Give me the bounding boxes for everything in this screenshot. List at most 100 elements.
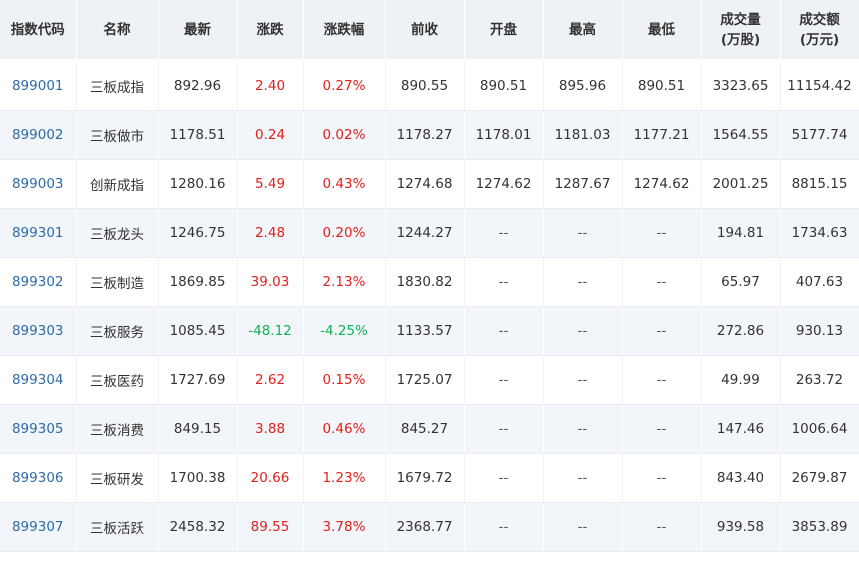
prev-close: 1725.07: [385, 355, 465, 405]
table-row[interactable]: 899303 三板服务 1085.45 -48.12 -4.25% 1133.57 -- --…: [0, 306, 859, 356]
high-price: 1287.67: [543, 159, 623, 209]
latest-price: 1869.85: [158, 257, 238, 307]
change-value: 2.62: [237, 355, 304, 405]
header-low[interactable]: 最低: [622, 0, 702, 63]
latest-price: 1727.69: [158, 355, 238, 405]
change-percent: 0.20%: [303, 208, 386, 258]
table-row[interactable]: 899301 三板龙头 1246.75 2.48 0.20% 1244.27 -- -- -- 1…: [0, 208, 859, 258]
table-row[interactable]: 899307 三板活跃 2458.32 89.55 3.78% 2368.77 -- -- --…: [0, 502, 859, 552]
index-name: 创新成指: [76, 159, 159, 209]
open-price: --: [464, 502, 544, 552]
amount: 8815.15: [780, 159, 859, 209]
header-label: 开盘: [490, 21, 517, 38]
index-name: 三板研发: [76, 453, 159, 503]
low-price: 1274.62: [622, 159, 702, 209]
change-value: 0.24: [237, 110, 304, 160]
change-value: 2.48: [237, 208, 304, 258]
open-price: --: [464, 208, 544, 258]
index-code-link[interactable]: 899306: [0, 453, 77, 503]
header-label: 名称: [103, 21, 131, 38]
latest-price: 892.96: [158, 61, 238, 111]
amount: 1006.64: [780, 404, 859, 454]
prev-close: 845.27: [385, 404, 465, 454]
change-value: 5.49: [237, 159, 304, 209]
open-price: 1274.62: [464, 159, 544, 209]
index-code-link[interactable]: 899002: [0, 110, 77, 160]
low-price: --: [622, 257, 702, 307]
change-value: 89.55: [237, 502, 304, 552]
change-percent: 1.23%: [303, 453, 386, 503]
low-price: --: [622, 502, 702, 552]
change-value: 39.03: [237, 257, 304, 307]
header-open[interactable]: 开盘: [464, 0, 544, 63]
index-name: 三板医药: [76, 355, 159, 405]
header-high[interactable]: 最高: [543, 0, 623, 63]
change-percent: 0.27%: [303, 61, 386, 111]
open-price: 890.51: [464, 61, 544, 111]
high-price: --: [543, 502, 623, 552]
table-header-row: 指数代码 名称 最新 涨跌 涨跌幅 前收 开盘 最高 最低 成交量 (万股) 成交额 (万元): [0, 0, 859, 63]
index-code-link[interactable]: 899303: [0, 306, 77, 356]
table-row[interactable]: 899002 三板做市 1178.51 0.24 0.02% 1178.27 1178.01…: [0, 110, 859, 160]
table-row[interactable]: 899306 三板研发 1700.38 20.66 1.23% 1679.72 -- -- --…: [0, 453, 859, 503]
index-quote-table: 指数代码 名称 最新 涨跌 涨跌幅 前收 开盘 最高 最低 成交量 (万股) 成交额 (万元) 8990…: [0, 0, 859, 552]
index-code-link[interactable]: 899305: [0, 404, 77, 454]
high-price: --: [543, 306, 623, 356]
header-index-code[interactable]: 指数代码: [0, 0, 77, 63]
amount: 930.13: [780, 306, 859, 356]
header-volume[interactable]: 成交量 (万股): [701, 0, 781, 63]
latest-price: 2458.32: [158, 502, 238, 552]
header-prev-close[interactable]: 前收: [385, 0, 465, 63]
high-price: 895.96: [543, 61, 623, 111]
amount: 263.72: [780, 355, 859, 405]
high-price: --: [543, 404, 623, 454]
index-name: 三板龙头: [76, 208, 159, 258]
prev-close: 1133.57: [385, 306, 465, 356]
header-label: 成交额: [799, 11, 840, 28]
change-value: -48.12: [237, 306, 304, 356]
volume: 2001.25: [701, 159, 781, 209]
amount: 407.63: [780, 257, 859, 307]
change-percent: 0.46%: [303, 404, 386, 454]
volume: 194.81: [701, 208, 781, 258]
index-code-link[interactable]: 899301: [0, 208, 77, 258]
open-price: --: [464, 306, 544, 356]
prev-close: 2368.77: [385, 502, 465, 552]
index-code-link[interactable]: 899304: [0, 355, 77, 405]
volume: 49.99: [701, 355, 781, 405]
volume: 272.86: [701, 306, 781, 356]
header-unit: (万元): [799, 31, 840, 48]
table-row[interactable]: 899304 三板医药 1727.69 2.62 0.15% 1725.07 -- -- -- 4…: [0, 355, 859, 405]
table-row[interactable]: 899003 创新成指 1280.16 5.49 0.43% 1274.68 1274.62…: [0, 159, 859, 209]
open-price: 1178.01: [464, 110, 544, 160]
header-change[interactable]: 涨跌: [237, 0, 304, 63]
amount: 3853.89: [780, 502, 859, 552]
latest-price: 1178.51: [158, 110, 238, 160]
prev-close: 1178.27: [385, 110, 465, 160]
header-change-pct[interactable]: 涨跌幅: [303, 0, 386, 63]
table-row[interactable]: 899305 三板消费 849.15 3.88 0.46% 845.27 -- -- -- 147…: [0, 404, 859, 454]
low-price: --: [622, 453, 702, 503]
change-value: 3.88: [237, 404, 304, 454]
amount: 11154.42: [780, 61, 859, 111]
low-price: 890.51: [622, 61, 702, 111]
index-name: 三板成指: [76, 61, 159, 111]
table-row[interactable]: 899001 三板成指 892.96 2.40 0.27% 890.55 890.51 895…: [0, 61, 859, 111]
prev-close: 1830.82: [385, 257, 465, 307]
index-code-link[interactable]: 899001: [0, 61, 77, 111]
volume: 3323.65: [701, 61, 781, 111]
open-price: --: [464, 453, 544, 503]
table-row[interactable]: 899302 三板制造 1869.85 39.03 2.13% 1830.82 -- -- --…: [0, 257, 859, 307]
prev-close: 1679.72: [385, 453, 465, 503]
index-code-link[interactable]: 899003: [0, 159, 77, 209]
header-latest[interactable]: 最新: [158, 0, 238, 63]
index-code-link[interactable]: 899307: [0, 502, 77, 552]
index-code-link[interactable]: 899302: [0, 257, 77, 307]
volume: 843.40: [701, 453, 781, 503]
header-name[interactable]: 名称: [76, 0, 159, 63]
volume: 939.58: [701, 502, 781, 552]
header-amount[interactable]: 成交额 (万元): [780, 0, 859, 63]
index-name: 三板服务: [76, 306, 159, 356]
change-percent: 0.43%: [303, 159, 386, 209]
latest-price: 1700.38: [158, 453, 238, 503]
